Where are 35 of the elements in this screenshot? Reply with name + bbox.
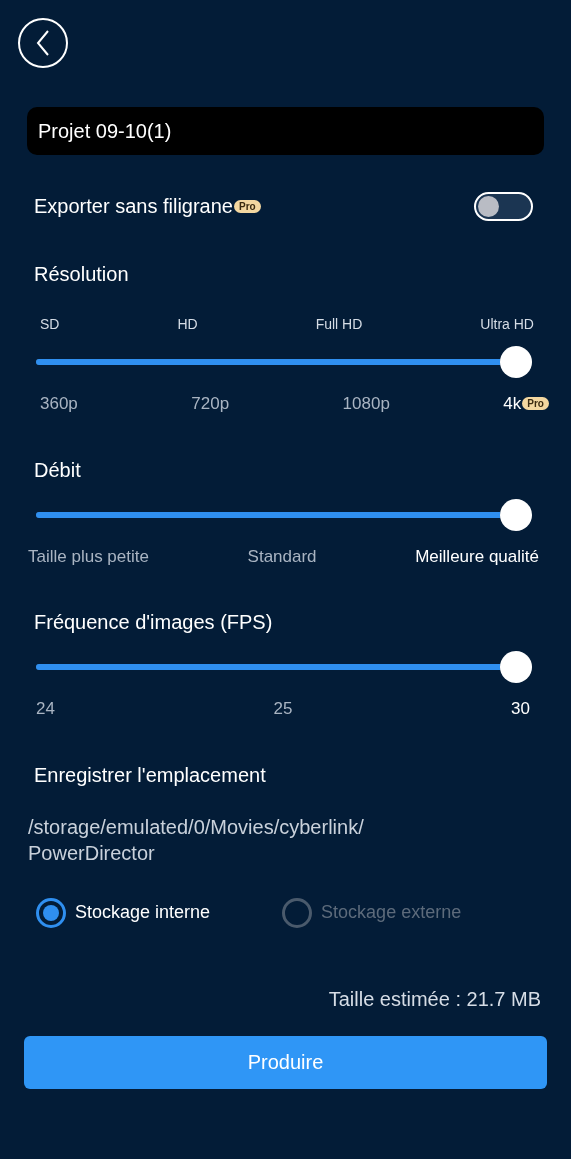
path-text: PowerDirector [28,840,156,866]
slider[interactable] [36,346,532,378]
back-button[interactable] [18,18,68,68]
quality-label: Full HD [315,315,363,334]
section-title: Enregistrer l'emplacement [33,762,267,788]
option-label: 720p [191,393,230,415]
project-name-field[interactable]: Projet 09-10(1) [27,107,544,155]
back-icon [36,30,50,56]
path-text: /storage/emulated/0/Movies/cyberlink/ [28,814,365,840]
watermark-label: Exporter sans filigrane [34,194,233,219]
section-title: Débit [33,457,82,483]
option-label: Meilleure qualité [415,545,539,568]
option-label: Standard [247,545,317,568]
section-title: Fréquence d'images (FPS) [33,610,274,635]
section-title: Résolution [33,262,130,287]
storage-radio[interactable]: Stockage interne [36,897,211,928]
option-label: 25 [273,698,293,720]
option-label: 30 [511,698,530,720]
estimated-size: Taille estimée : 21.7 MB [328,986,542,1012]
option-label: 24 [36,698,55,720]
slider-thumb[interactable] [500,498,532,531]
pro-badge: Pro [234,199,261,213]
quality-label: HD [177,315,198,334]
option-label: 360p [40,393,78,415]
option-label: 1080p [342,393,390,415]
slider[interactable] [36,651,532,683]
toggle-switch[interactable] [474,191,533,221]
slider[interactable] [36,498,532,531]
quality-label: SD [40,315,60,334]
pro-badge: Pro [522,397,549,411]
slider-thumb[interactable] [500,346,532,378]
option-label: Taille plus petite [28,545,149,568]
quality-label: Ultra HD [480,315,534,334]
slider-thumb[interactable] [500,651,532,683]
option-label: 4k [503,393,522,415]
